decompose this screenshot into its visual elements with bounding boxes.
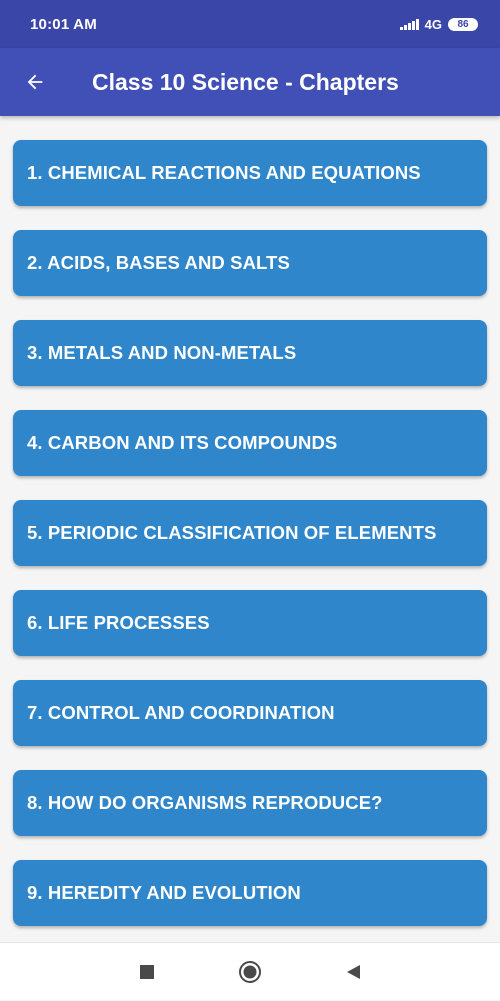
chapter-button-1[interactable]: 1. CHEMICAL REACTIONS AND EQUATIONS [13,140,487,206]
system-nav-bar [0,942,500,1000]
status-bar: 10:01 AM 4G 86 [0,0,500,48]
chapter-button-4[interactable]: 4. CARBON AND ITS COMPOUNDS [13,410,487,476]
network-type-label: 4G [424,16,442,32]
chapter-button-9[interactable]: 9. HEREDITY AND EVOLUTION [13,860,487,926]
chapter-button-8[interactable]: 8. HOW DO ORGANISMS REPRODUCE? [13,770,487,836]
recents-button[interactable] [96,943,199,1001]
arrow-left-icon [27,74,43,90]
status-time: 10:01 AM [30,15,97,33]
status-indicators: 4G 86 [400,17,478,32]
chapter-list: 1. CHEMICAL REACTIONS AND EQUATIONS 2. A… [0,116,500,942]
signal-icon [400,18,419,30]
home-button[interactable] [199,943,302,1001]
app-bar: Class 10 Science - Chapters [0,48,500,116]
chapter-button-5[interactable]: 5. PERIODIC CLASSIFICATION OF ELEMENTS [13,500,487,566]
home-circle-icon [239,960,261,983]
chapter-button-3[interactable]: 3. METALS AND NON-METALS [13,320,487,386]
battery-icon: 86 [448,17,478,31]
chapter-button-6[interactable]: 6. LIFE PROCESSES [13,590,487,656]
recents-square-icon [140,964,154,979]
chapter-button-2[interactable]: 2. ACIDS, BASES AND SALTS [13,230,487,296]
page-title: Class 10 Science - Chapters [92,68,399,95]
chapter-button-7[interactable]: 7. CONTROL AND COORDINATION [13,680,487,746]
back-button[interactable] [0,48,70,116]
nav-back-button[interactable] [302,943,405,1001]
back-triangle-icon [347,964,360,979]
